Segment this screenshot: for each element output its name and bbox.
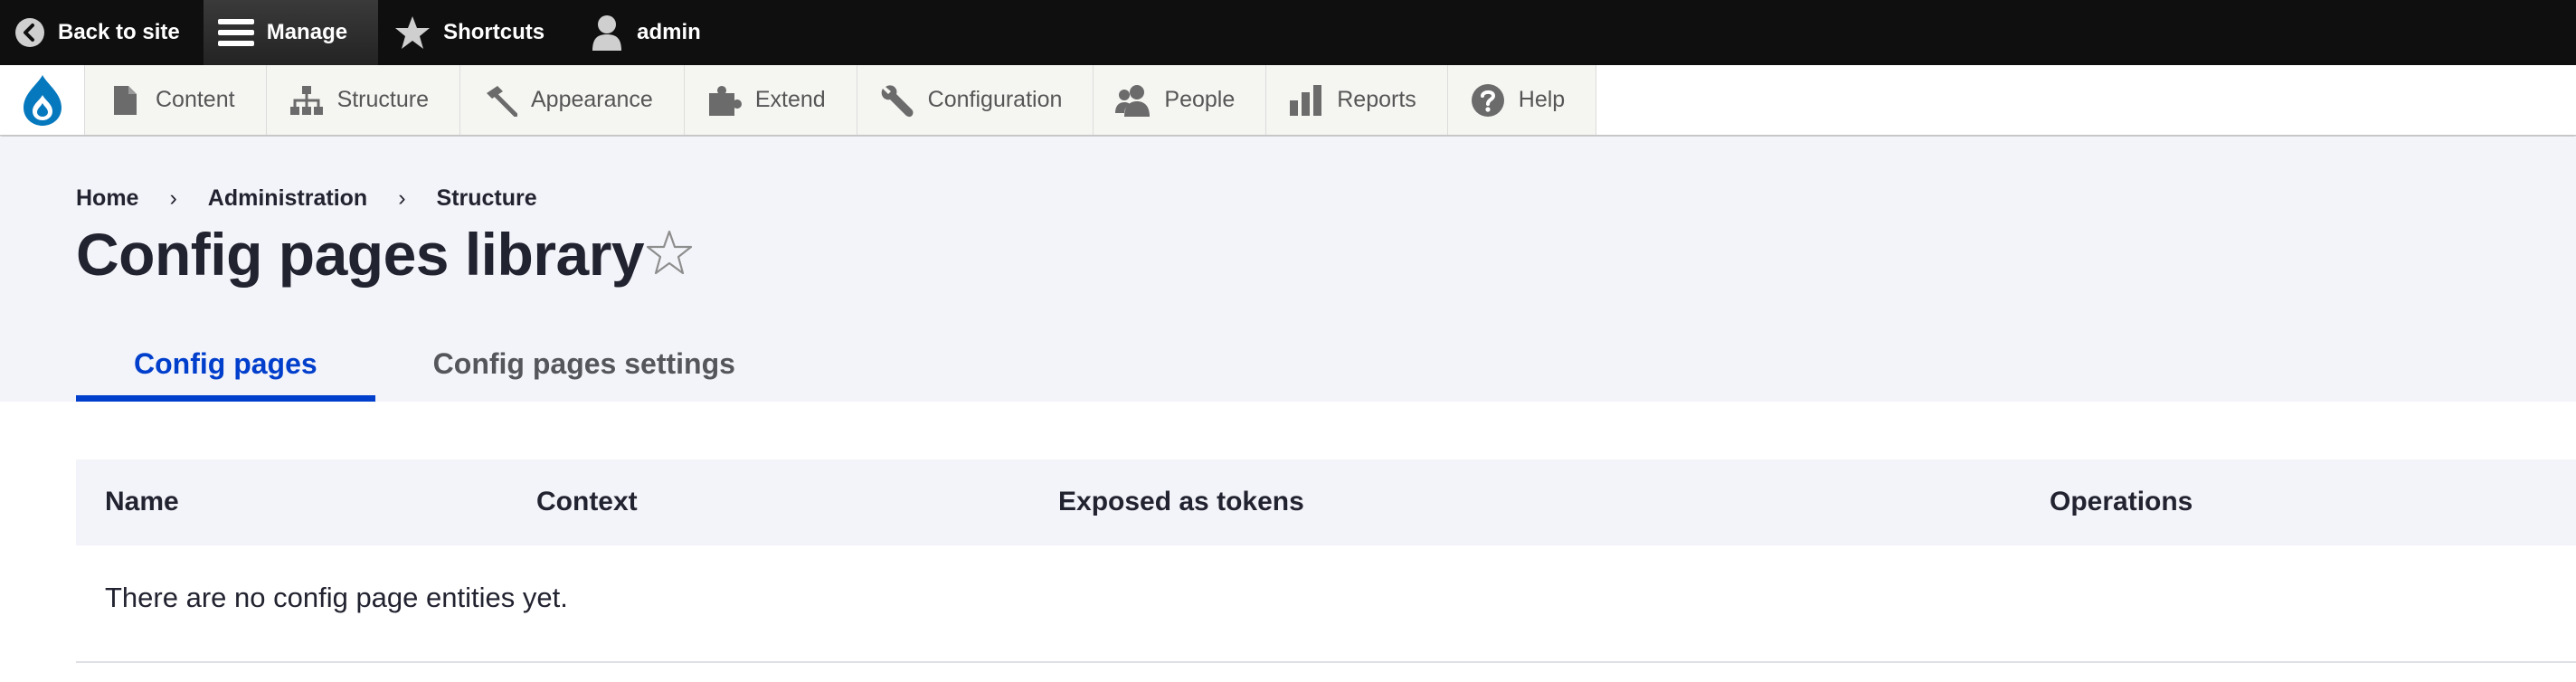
manage-tab[interactable]: Manage [203,0,379,65]
tray-item-label: People [1164,87,1236,112]
tray-item-label: Configuration [927,87,1063,112]
breadcrumb-separator-icon: › [169,185,177,211]
star-icon [394,15,431,50]
toolbar-tray: Content Structure Appearance Extend Conf… [0,65,2576,136]
drupal-logo-icon[interactable] [0,65,85,135]
add-to-shortcuts-star-icon[interactable] [644,229,695,282]
page-header: Home › Administration › Structure Config… [0,137,2576,402]
tray-item-people[interactable]: People [1094,65,1267,135]
admin-toolbar: Back to site Manage Shortcuts admin [0,0,2576,65]
column-header-context: Context [536,487,638,516]
page-title: Config pages library [76,221,645,288]
tray-item-reports[interactable]: Reports [1266,65,1448,135]
tray-item-label: Extend [754,87,826,112]
tray-item-label: Content [156,87,235,112]
file-icon [107,82,143,118]
hamburger-icon [217,17,254,48]
tray-item-structure[interactable]: Structure [266,65,460,135]
breadcrumb-separator-icon: › [398,185,406,211]
wrench-icon [879,82,915,118]
tray-item-content[interactable]: Content [85,65,267,135]
table-row: There are no config page entities yet. [76,545,2576,663]
user-tab[interactable]: admin [564,0,721,65]
tray-item-configuration[interactable]: Configuration [857,65,1094,135]
primary-tabs: Config pages Config pages settings [76,327,735,402]
empty-message: There are no config page entities yet. [105,582,568,613]
people-icon [1115,82,1151,118]
user-icon [590,14,624,51]
tray-item-extend[interactable]: Extend [684,65,857,135]
breadcrumb: Home › Administration › Structure [76,185,537,212]
breadcrumb-home-link[interactable]: Home [76,185,138,212]
sitemap-icon [289,82,325,118]
tray-item-label: Structure [336,87,429,112]
paintbrush-icon [482,82,518,118]
back-to-site-label: Back to site [58,20,180,44]
puzzle-icon [706,82,743,118]
tab-config-pages-settings[interactable]: Config pages settings [375,327,735,402]
column-header-name: Name [105,487,179,516]
column-header-operations: Operations [2050,487,2193,516]
tray-item-label: Appearance [531,87,653,112]
manage-label: Manage [266,20,348,44]
breadcrumb-structure-link[interactable]: Structure [437,185,537,212]
shortcuts-label: Shortcuts [443,20,545,44]
column-header-exposed-as-tokens: Exposed as tokens [1058,487,1304,516]
config-pages-table: Name Context Exposed as tokens Operation… [76,459,2576,663]
bar-chart-icon [1288,82,1324,118]
tray-item-appearance[interactable]: Appearance [460,65,685,135]
table-header: Name Context Exposed as tokens Operation… [76,459,2576,545]
shortcuts-tab[interactable]: Shortcuts [378,0,564,65]
tray-item-label: Reports [1337,87,1416,112]
back-to-site-link[interactable]: Back to site [0,0,200,65]
help-icon [1470,82,1506,118]
chevron-left-circle-icon [14,17,45,48]
tray-item-help[interactable]: Help [1447,65,1597,135]
user-label: admin [637,20,701,44]
breadcrumb-administration-link[interactable]: Administration [208,185,367,212]
tray-item-label: Help [1518,87,1566,112]
tab-config-pages[interactable]: Config pages [76,327,375,402]
